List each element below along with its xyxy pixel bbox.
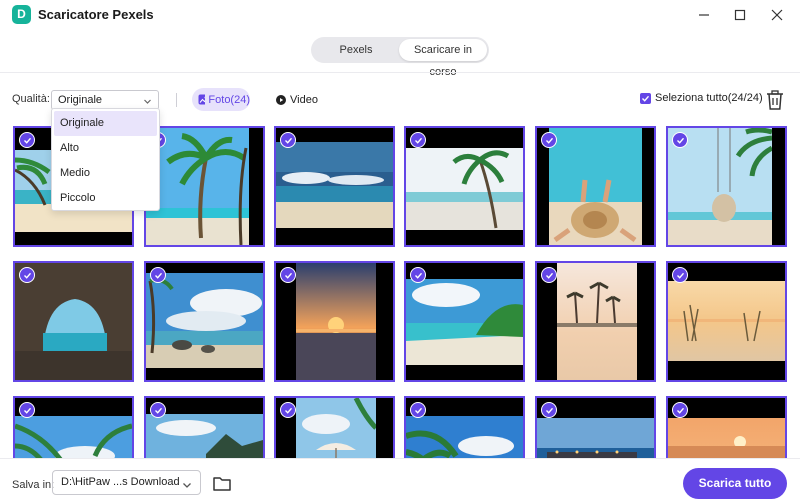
close-icon[interactable] [766, 4, 788, 26]
orange-sunset-photo [668, 418, 785, 458]
checkbox-checked-icon [640, 92, 651, 104]
quality-option-alto[interactable]: Alto [54, 136, 157, 161]
umbrella-beach-photo [296, 398, 376, 458]
image-tile[interactable] [666, 261, 787, 382]
chevron-down-icon [182, 476, 192, 499]
app-title: Scaricatore Pexels [38, 7, 154, 22]
check-icon[interactable] [19, 267, 35, 283]
image-tile[interactable] [144, 396, 265, 458]
image-tile[interactable] [535, 126, 656, 247]
source-tabs: Pexels Scaricare in corso [311, 37, 489, 78]
footer-bar: Salva in: D:\HitPaw ...s Download Scaric… [0, 458, 800, 504]
sunset-photo [296, 263, 376, 380]
image-tile[interactable] [274, 396, 395, 458]
check-icon[interactable] [150, 267, 166, 283]
quality-select[interactable]: Originale [51, 90, 159, 110]
toolbar-divider [176, 93, 177, 107]
image-tile[interactable] [535, 261, 656, 382]
check-icon[interactable] [672, 132, 688, 148]
save-path-value: D:\HitPaw ...s Download [61, 476, 180, 488]
image-tile[interactable] [404, 261, 525, 382]
image-tile[interactable] [274, 261, 395, 382]
check-icon[interactable] [410, 402, 426, 418]
quality-label: Qualità: [12, 93, 50, 105]
resort-pier-photo [537, 418, 654, 458]
palm-fronds-photo [15, 416, 132, 458]
save-location-label: Salva in: [12, 479, 55, 491]
select-all-checkbox[interactable]: Seleziona tutto(24/24) [640, 92, 763, 104]
select-all-label: Seleziona tutto(24/24) [655, 92, 763, 104]
check-icon[interactable] [410, 267, 426, 283]
rocky-coast-photo [146, 273, 263, 368]
image-tile[interactable] [666, 126, 787, 247]
download-all-button[interactable]: Scarica tutto [683, 468, 787, 499]
quality-option-originale[interactable]: Originale [54, 111, 157, 136]
windy-palms-photo [406, 148, 523, 230]
quality-value: Originale [58, 94, 103, 106]
photo-filter-label: Foto(24) [208, 93, 250, 106]
minimize-icon[interactable] [693, 4, 715, 26]
image-tile[interactable] [144, 126, 265, 247]
desert-palms-photo [557, 263, 637, 380]
dune-grass-photo [668, 281, 785, 361]
check-icon[interactable] [541, 132, 557, 148]
check-icon[interactable] [19, 402, 35, 418]
maximize-icon[interactable] [729, 4, 751, 26]
mountain-bay-photo [146, 414, 263, 458]
image-tile[interactable] [144, 261, 265, 382]
app-logo: D [12, 5, 31, 24]
play-icon [276, 94, 286, 105]
photo-filter-button[interactable]: Foto(24) [192, 88, 250, 111]
image-tile[interactable] [13, 261, 134, 382]
header-divider [0, 72, 800, 73]
check-icon[interactable] [150, 402, 166, 418]
check-icon[interactable] [280, 402, 296, 418]
image-tile[interactable] [535, 396, 656, 458]
image-icon [198, 94, 206, 105]
tab-pexels[interactable]: Pexels [313, 39, 399, 61]
image-tile[interactable] [13, 396, 134, 458]
check-icon[interactable] [541, 402, 557, 418]
image-tile[interactable] [404, 126, 525, 247]
check-icon[interactable] [410, 132, 426, 148]
ocean-photo [276, 142, 393, 228]
quality-option-medio[interactable]: Medio [54, 161, 157, 186]
check-icon[interactable] [672, 267, 688, 283]
woman-hat-photo [549, 128, 642, 245]
quality-option-piccolo[interactable]: Piccolo [54, 186, 157, 211]
palm-ocean-photo [406, 416, 523, 458]
trash-icon[interactable] [764, 88, 786, 112]
image-tile[interactable] [666, 396, 787, 458]
check-icon[interactable] [280, 132, 296, 148]
folder-icon[interactable] [211, 472, 233, 494]
check-icon[interactable] [280, 267, 296, 283]
quality-dropdown-menu: Originale Alto Medio Piccolo [51, 108, 160, 211]
image-tile[interactable] [404, 396, 525, 458]
tab-downloading[interactable]: Scaricare in corso [399, 39, 487, 78]
title-bar: D Scaricatore Pexels [0, 0, 800, 30]
video-filter-button[interactable]: Video [276, 88, 318, 111]
video-filter-label: Video [290, 93, 318, 106]
save-path-select[interactable]: D:\HitPaw ...s Download [52, 470, 201, 495]
check-icon[interactable] [672, 402, 688, 418]
island-shore-photo [406, 279, 523, 365]
check-icon[interactable] [19, 132, 35, 148]
image-tile[interactable] [274, 126, 395, 247]
check-icon[interactable] [541, 267, 557, 283]
